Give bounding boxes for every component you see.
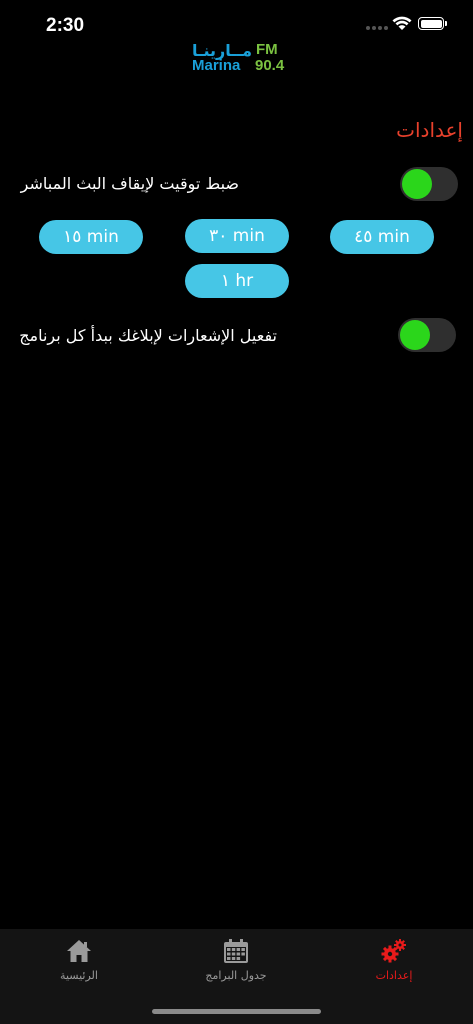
- gears-icon: [381, 939, 406, 963]
- tab-schedule[interactable]: جدول البرامج: [176, 929, 296, 989]
- tab-home[interactable]: الرئيسية: [19, 929, 139, 989]
- auto-stop-label: ضبط توقيت لإيقاف البث المباشر: [20, 174, 239, 193]
- calendar-icon: [224, 939, 248, 963]
- notifications-label: تفعيل الإشعارات لإبلاغك ببدأ كل برنامج: [19, 326, 277, 345]
- signal-icon: [366, 26, 388, 30]
- tab-settings-label: إعدادات: [375, 969, 413, 982]
- battery-icon: [418, 17, 447, 30]
- wifi-icon: [392, 16, 412, 30]
- tab-settings[interactable]: إعدادات: [334, 929, 454, 989]
- status-time: 2:30: [46, 15, 85, 36]
- logo-frequency: 90.4: [255, 57, 285, 74]
- marina-fm-logo: مــارينـا FM Marina 90.4: [192, 41, 284, 75]
- home-indicator: [152, 1009, 321, 1014]
- toggle-knob: [400, 320, 430, 350]
- toggle-knob: [402, 169, 432, 199]
- timer-45-min-button[interactable]: ٤٥ min: [330, 220, 434, 254]
- logo-fm: FM: [256, 41, 278, 58]
- notifications-toggle[interactable]: [398, 318, 456, 352]
- tab-schedule-label: جدول البرامج: [205, 969, 267, 982]
- timer-1-hr-button[interactable]: ١ hr: [185, 264, 289, 298]
- timer-15-min-button[interactable]: ١٥ min: [39, 220, 143, 254]
- auto-stop-toggle[interactable]: [400, 167, 458, 201]
- page-title: إعدادات: [396, 118, 463, 142]
- logo-english: Marina: [192, 57, 241, 74]
- timer-30-min-button[interactable]: ٣٠ min: [185, 219, 289, 253]
- home-icon: [67, 940, 91, 962]
- tab-home-label: الرئيسية: [60, 969, 98, 982]
